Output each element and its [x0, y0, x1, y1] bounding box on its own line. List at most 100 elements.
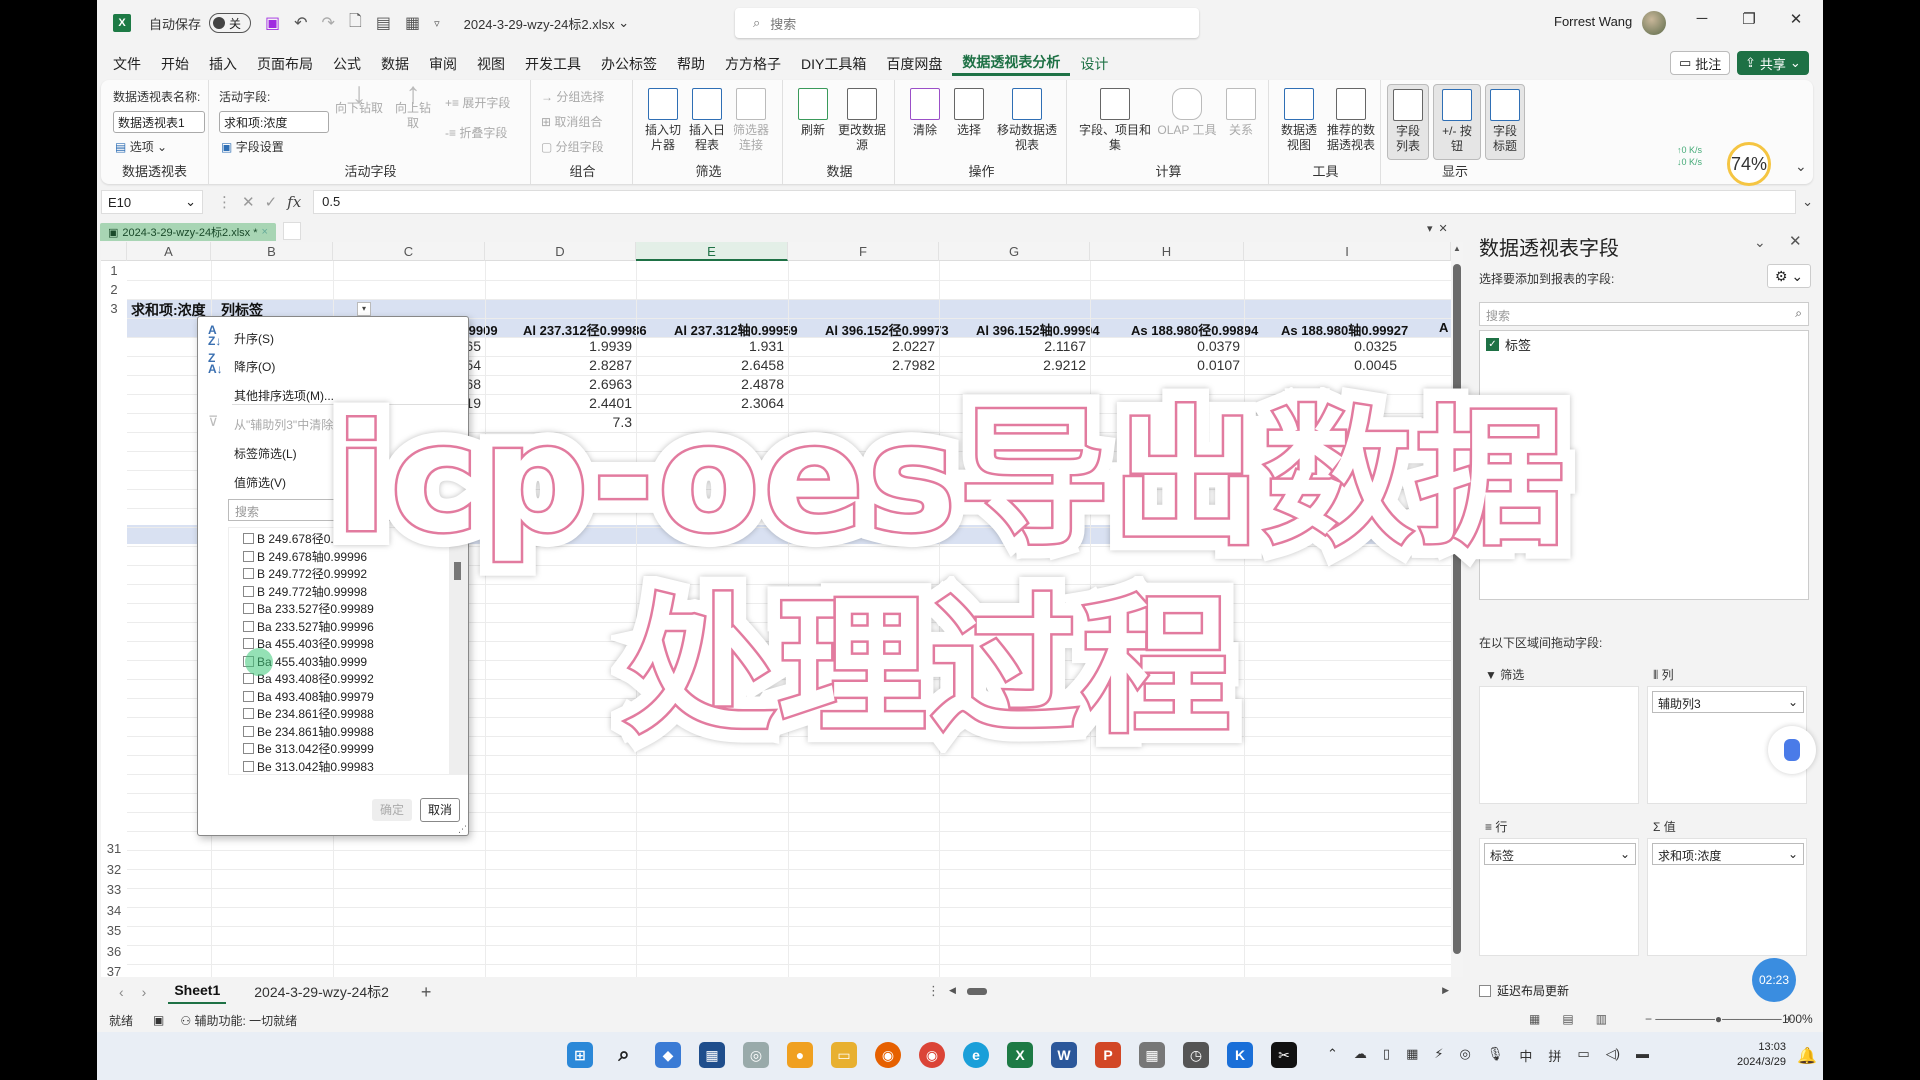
checkbox-icon[interactable]	[243, 620, 254, 632]
sort-ascending-item[interactable]: 升序(S)	[234, 330, 274, 347]
filters-area[interactable]: ▼ 筛选	[1479, 666, 1639, 806]
ungroup-button[interactable]: ⊞ 取消组合	[541, 113, 602, 130]
active-field-input[interactable]: 求和项:浓度	[219, 111, 329, 133]
undo-icon[interactable]: ↶	[294, 13, 307, 33]
volume-icon[interactable]: ◁)	[1606, 1046, 1620, 1065]
menu-tab[interactable]: 帮助	[667, 54, 715, 74]
checkbox-icon[interactable]	[243, 725, 254, 737]
gear-icon[interactable]: ⚙ ⌄	[1767, 264, 1811, 288]
comment-button[interactable]: ▭ 批注	[1670, 51, 1731, 75]
share-button[interactable]: ⇪ 共享 ⌄	[1737, 51, 1809, 75]
close-workbook-icon[interactable]: ✕	[1439, 222, 1448, 235]
rows-drop-zone[interactable]: 标签 ⌄	[1479, 838, 1639, 956]
macro-record-icon[interactable]: ▣	[153, 1013, 164, 1027]
vertical-scrollbar[interactable]: ▲	[1451, 242, 1463, 977]
column-field-chip[interactable]: 辅助列3 ⌄	[1652, 691, 1804, 713]
row-header[interactable]: 33	[101, 880, 127, 899]
pivot-cell[interactable]: 2.9212	[990, 357, 1086, 373]
add-sheet-button[interactable]: +	[421, 982, 432, 1003]
filter-list-item[interactable]: Be 234.861径0.99988	[243, 705, 374, 722]
row-header[interactable]: 31	[101, 839, 127, 858]
column-header[interactable]: H	[1090, 242, 1244, 261]
checkbox-icon[interactable]	[243, 533, 254, 544]
row-header[interactable]: 35	[101, 921, 127, 940]
checkbox-icon[interactable]	[243, 568, 254, 579]
row-header[interactable]: 1	[101, 261, 127, 280]
pivot-cell[interactable]: 2.6458	[688, 357, 784, 373]
pivot-cell[interactable]: 2.7982	[839, 357, 935, 373]
cancel-icon[interactable]: ✕	[242, 193, 255, 211]
value-field-chip[interactable]: 求和项:浓度 ⌄	[1652, 843, 1804, 865]
filter-list-item[interactable]: Be 234.861轴0.99988	[243, 723, 374, 740]
close-tab-icon[interactable]: ×	[262, 226, 268, 238]
expand-formula-icon[interactable]: ⌄	[1802, 194, 1813, 210]
filter-search-input[interactable]: 搜索	[228, 499, 468, 521]
group-field-button[interactable]: ▢ 分组字段	[541, 138, 604, 155]
sheet-tab[interactable]: Sheet1	[168, 980, 227, 1004]
pivot-column-header[interactable]: A	[1439, 320, 1448, 335]
field-headers-button[interactable]: 字段标题	[1485, 84, 1525, 160]
pivot-cell[interactable]: 2.6963	[536, 376, 632, 392]
print-preview-icon[interactable]: 🗋	[349, 10, 362, 37]
checkbox-icon[interactable]	[243, 550, 254, 562]
formula-input[interactable]: 0.5	[313, 190, 1797, 214]
tray-app-icon[interactable]: ⚡	[1434, 1046, 1443, 1065]
page-layout-icon[interactable]: ▤	[1562, 1012, 1573, 1026]
rows-area[interactable]: ≡ 行 标签 ⌄	[1479, 818, 1639, 958]
change-source-button[interactable]: 更改数据源	[837, 88, 887, 153]
menu-tab[interactable]: 数据透视表分析	[952, 52, 1071, 76]
edit-form-icon[interactable]: ▦	[405, 13, 420, 33]
enter-icon[interactable]: ✓	[265, 193, 278, 211]
checkbox-icon[interactable]	[243, 760, 254, 772]
filters-drop-zone[interactable]	[1479, 686, 1639, 804]
select-button[interactable]: 选择	[949, 88, 989, 138]
restore-button[interactable]: ❐	[1734, 10, 1764, 28]
row-header[interactable]: 36	[101, 942, 127, 961]
filter-list-scrollbar[interactable]	[449, 528, 467, 774]
normal-view-icon[interactable]: ▦	[1529, 1012, 1540, 1026]
ok-button[interactable]: 确定	[372, 799, 412, 821]
column-header[interactable]: F	[788, 242, 939, 261]
menu-tab[interactable]: 百度网盘	[876, 54, 952, 74]
filter-list-item[interactable]: Be 313.042轴0.99983	[243, 758, 374, 775]
tray-expand-icon[interactable]: ⌃	[1327, 1046, 1338, 1065]
menu-tab[interactable]: 审阅	[419, 54, 467, 74]
pivot-cell[interactable]: 0.0107	[1144, 357, 1240, 373]
ime-mode[interactable]: 拼	[1548, 1046, 1561, 1065]
powerpoint-icon[interactable]: P	[1095, 1042, 1121, 1068]
word-icon[interactable]: W	[1051, 1042, 1077, 1068]
collapse-ribbon-icon[interactable]: ⌄	[1795, 158, 1807, 175]
pivot-cell[interactable]: 1.931	[688, 338, 784, 354]
label-filter-item[interactable]: 标签筛选(L)	[234, 445, 297, 462]
filter-list-item[interactable]: B 249.678轴0.99996	[243, 548, 367, 565]
notification-icon[interactable]: 🔔	[1797, 1046, 1817, 1066]
new-tab-button[interactable]	[283, 222, 301, 240]
sort-descending-item[interactable]: 降序(O)	[234, 358, 275, 375]
values-drop-zone[interactable]: 求和项:浓度 ⌄	[1647, 838, 1807, 956]
menu-tab[interactable]: 方方格子	[715, 54, 791, 74]
app-icon[interactable]: ▦	[699, 1042, 725, 1068]
pivot-cell[interactable]: 1.9939	[536, 338, 632, 354]
value-filter-item[interactable]: 值筛选(V)	[234, 474, 286, 491]
plus-minus-buttons-button[interactable]: +/- 按钮	[1433, 84, 1481, 160]
pivot-cell[interactable]: 2.4401	[536, 395, 632, 411]
app-icon[interactable]: ●	[787, 1042, 813, 1068]
network-icon[interactable]: ▭	[1577, 1046, 1589, 1065]
checkbox-icon[interactable]	[243, 585, 254, 597]
menu-tab[interactable]: 插入	[199, 54, 247, 74]
zoom-level[interactable]: 100%	[1782, 1012, 1813, 1026]
checkbox-icon[interactable]	[243, 603, 254, 614]
redo-icon[interactable]: ↷	[322, 13, 335, 33]
capcut-icon[interactable]: ✂	[1271, 1042, 1297, 1068]
menu-tab[interactable]: 办公标签	[591, 54, 667, 74]
checkbox-icon[interactable]	[243, 638, 254, 649]
horizontal-scroll-thumb[interactable]	[967, 988, 987, 995]
column-header[interactable]: D	[485, 242, 636, 261]
column-header[interactable]: C	[333, 242, 485, 261]
relationships-button[interactable]: 关系	[1221, 88, 1261, 138]
scroll-right-icon[interactable]: ▶	[1442, 985, 1449, 996]
workbook-tab[interactable]: ▣ 2024-3-29-wzy-24标2.xlsx * ×	[100, 223, 276, 241]
zoom-slider[interactable]: − ───────●─────── +	[1645, 1012, 1792, 1026]
field-search-input[interactable]: 搜索 ⌕	[1479, 302, 1809, 326]
pivot-cell[interactable]: 0.0379	[1144, 338, 1240, 354]
